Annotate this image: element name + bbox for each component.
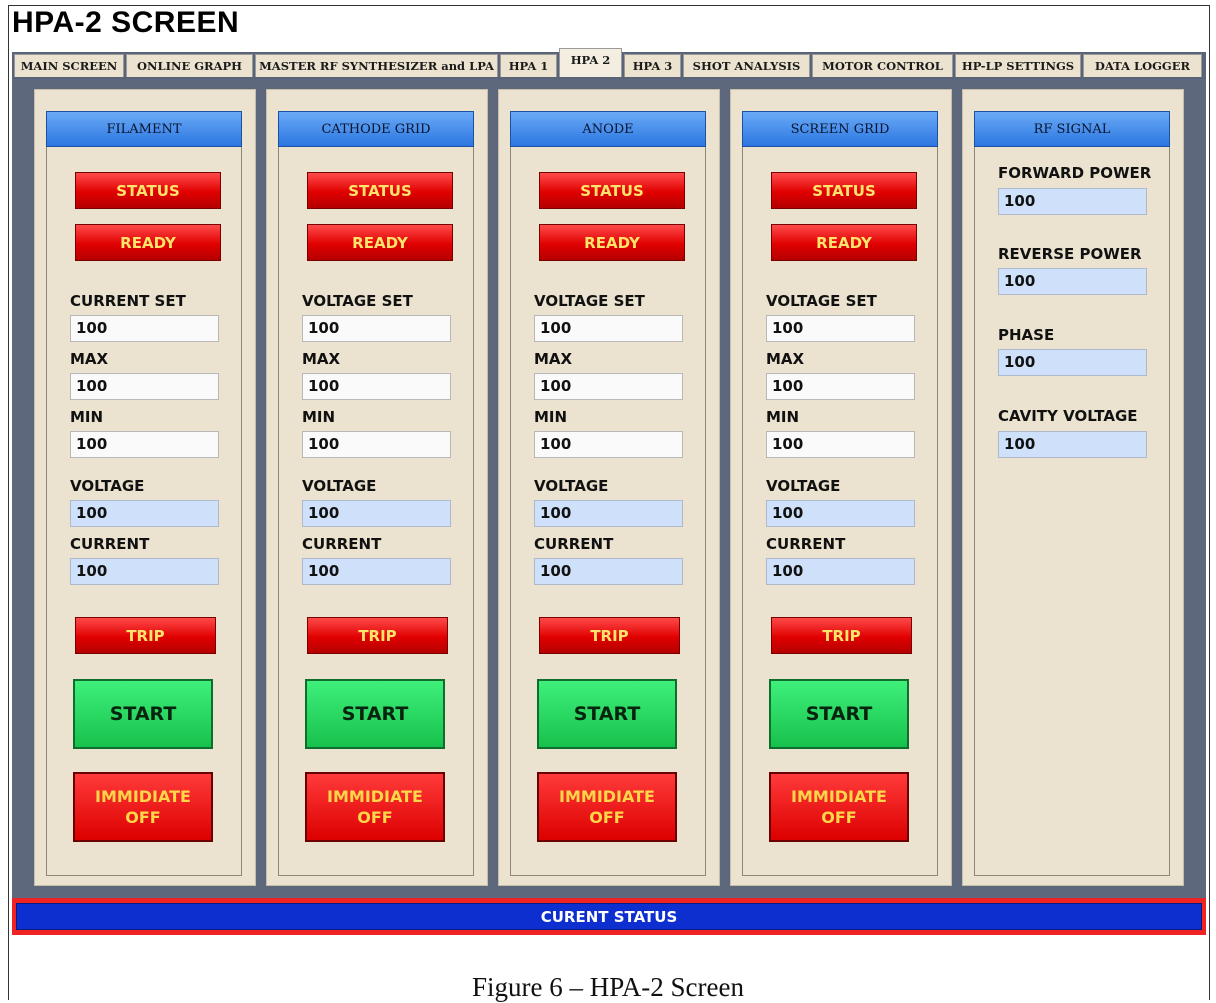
tab-hpa-1[interactable]: HPA 1	[500, 54, 557, 77]
anode-max-input[interactable]: 100	[534, 373, 683, 400]
cathode-grid-voltage-set-input[interactable]: 100	[302, 315, 451, 342]
filament-max-label: MAX	[70, 350, 109, 368]
tab-online-graph[interactable]: ONLINE GRAPH	[126, 54, 253, 77]
tab-data-logger[interactable]: DATA LOGGER	[1083, 54, 1202, 77]
filament-status-indicator: STATUS	[75, 172, 221, 209]
screen-grid-voltage-readout: 100	[766, 500, 915, 527]
screen-grid-immidiate-off-button[interactable]: IMMIDIATE OFF	[769, 772, 909, 842]
phase-readout: 100	[998, 349, 1147, 376]
filament-ready-indicator: READY	[75, 224, 221, 261]
anode-trip-indicator: TRIP	[539, 617, 680, 654]
anode-voltage-label: VOLTAGE	[534, 477, 609, 495]
cathode-grid-trip-indicator: TRIP	[307, 617, 448, 654]
tab-hpa-2[interactable]: HPA 2	[559, 48, 622, 77]
filament-max-input[interactable]: 100	[70, 373, 219, 400]
tab-bar: MAIN SCREEN ONLINE GRAPH MASTER RF SYNTH…	[12, 48, 1206, 79]
filament-current-label: CURRENT	[70, 535, 150, 553]
filament-min-label: MIN	[70, 408, 104, 426]
cathode-grid-voltage-label: VOLTAGE	[302, 477, 377, 495]
anode-max-label: MAX	[534, 350, 573, 368]
cathode-grid-header: CATHODE GRID	[278, 111, 474, 147]
screen-title: HPA-2 SCREEN	[12, 6, 240, 39]
tab-shot-analysis[interactable]: SHOT ANALYSIS	[683, 54, 810, 77]
screen-grid-trip-indicator: TRIP	[771, 617, 912, 654]
cathode-grid-ready-indicator: READY	[307, 224, 453, 261]
cathode-grid-max-label: MAX	[302, 350, 341, 368]
screen-grid-max-label: MAX	[766, 350, 805, 368]
phase-label: PHASE	[998, 326, 1055, 344]
filament-start-button[interactable]: START	[73, 679, 213, 749]
screen-grid-min-input[interactable]: 100	[766, 431, 915, 458]
filament-current-set-input[interactable]: 100	[70, 315, 219, 342]
screen-grid-voltage-set-label: VOLTAGE SET	[766, 292, 877, 310]
anode-voltage-readout: 100	[534, 500, 683, 527]
cathode-grid-voltage-set-label: VOLTAGE SET	[302, 292, 413, 310]
anode-current-label: CURRENT	[534, 535, 614, 553]
anode-immidiate-off-button[interactable]: IMMIDIATE OFF	[537, 772, 677, 842]
tab-hp-lp-settings[interactable]: HP-LP SETTINGS	[955, 54, 1081, 77]
filament-header: FILAMENT	[46, 111, 242, 147]
cavity-voltage-readout: 100	[998, 431, 1147, 458]
cathode-grid-immidiate-off-button[interactable]: IMMIDIATE OFF	[305, 772, 445, 842]
cathode-grid-min-label: MIN	[302, 408, 336, 426]
screen-grid-ready-indicator: READY	[771, 224, 917, 261]
figure-caption: Figure 6 – HPA-2 Screen	[472, 972, 744, 1002]
filament-current-set-label: CURRENT SET	[70, 292, 186, 310]
cavity-voltage-label: CAVITY VOLTAGE	[998, 407, 1138, 425]
anode-status-indicator: STATUS	[539, 172, 685, 209]
screen-grid-current-label: CURRENT	[766, 535, 846, 553]
screen-grid-min-label: MIN	[766, 408, 800, 426]
filament-immidiate-off-button[interactable]: IMMIDIATE OFF	[73, 772, 213, 842]
filament-trip-indicator: TRIP	[75, 617, 216, 654]
anode-current-readout: 100	[534, 558, 683, 585]
filament-current-readout: 100	[70, 558, 219, 585]
rf-signal-header: RF SIGNAL	[974, 111, 1170, 147]
anode-min-input[interactable]: 100	[534, 431, 683, 458]
cathode-grid-status-indicator: STATUS	[307, 172, 453, 209]
reverse-power-readout: 100	[998, 268, 1147, 295]
screen-grid-status-indicator: STATUS	[771, 172, 917, 209]
screen-grid-header: SCREEN GRID	[742, 111, 938, 147]
anode-min-label: MIN	[534, 408, 568, 426]
screen-grid-current-readout: 100	[766, 558, 915, 585]
cathode-grid-start-button[interactable]: START	[305, 679, 445, 749]
cathode-grid-current-label: CURRENT	[302, 535, 382, 553]
screen-grid-start-button[interactable]: START	[769, 679, 909, 749]
forward-power-label: FORWARD POWER	[998, 164, 1152, 182]
cathode-grid-min-input[interactable]: 100	[302, 431, 451, 458]
tab-main-screen[interactable]: MAIN SCREEN	[14, 54, 124, 77]
tab-motor-control[interactable]: MOTOR CONTROL	[812, 54, 953, 77]
filament-voltage-readout: 100	[70, 500, 219, 527]
cathode-grid-current-readout: 100	[302, 558, 451, 585]
anode-voltage-set-label: VOLTAGE SET	[534, 292, 645, 310]
screen-grid-max-input[interactable]: 100	[766, 373, 915, 400]
cathode-grid-voltage-readout: 100	[302, 500, 451, 527]
current-status-bar: CURENT STATUS	[16, 903, 1202, 930]
tab-hpa-3[interactable]: HPA 3	[624, 54, 681, 77]
screen-grid-voltage-label: VOLTAGE	[766, 477, 841, 495]
filament-voltage-label: VOLTAGE	[70, 477, 145, 495]
screen-grid-voltage-set-input[interactable]: 100	[766, 315, 915, 342]
filament-min-input[interactable]: 100	[70, 431, 219, 458]
anode-voltage-set-input[interactable]: 100	[534, 315, 683, 342]
forward-power-readout: 100	[998, 188, 1147, 215]
cathode-grid-max-input[interactable]: 100	[302, 373, 451, 400]
anode-header: ANODE	[510, 111, 706, 147]
anode-ready-indicator: READY	[539, 224, 685, 261]
reverse-power-label: REVERSE POWER	[998, 245, 1142, 263]
tab-master-rf-synthesizer[interactable]: MASTER RF SYNTHESIZER and LPA	[255, 54, 498, 77]
anode-start-button[interactable]: START	[537, 679, 677, 749]
